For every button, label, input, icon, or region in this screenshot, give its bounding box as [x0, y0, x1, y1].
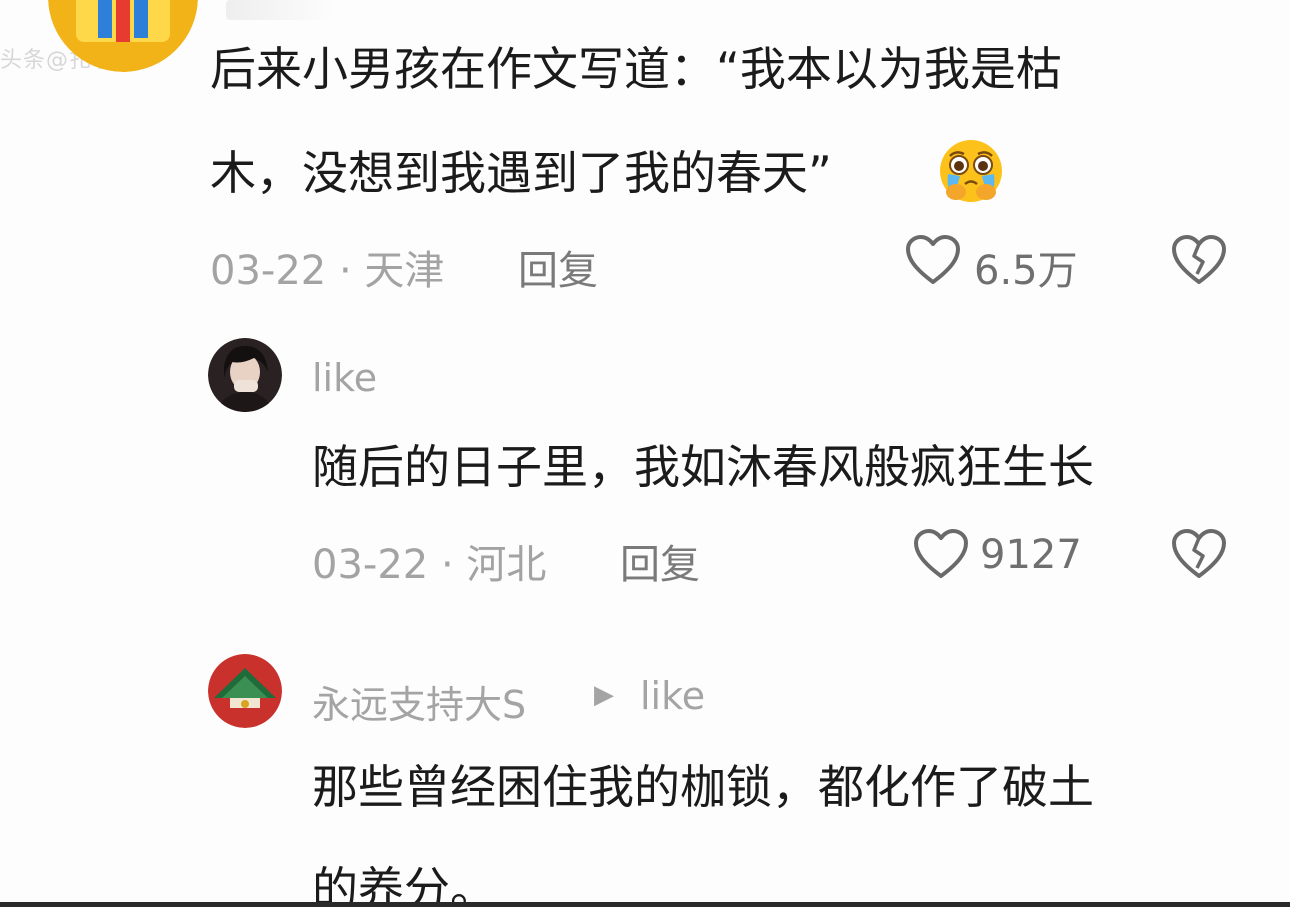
reply-username[interactable]: 永远支持大S — [312, 674, 526, 729]
reply-text-line: 的养分。 — [312, 862, 496, 907]
comment-text-line: 后来小男孩在作文写道：“我本以为我是枯 — [210, 42, 1062, 96]
username-fade — [226, 0, 336, 20]
reply-arrow-icon: ▶ — [594, 680, 614, 710]
like-count: 6.5万 — [974, 248, 1078, 294]
reply-username[interactable]: like — [312, 356, 377, 400]
dislike-broken-heart-icon[interactable] — [1170, 234, 1228, 286]
comment-date-location: 03-22 · 天津 — [210, 248, 445, 294]
comment-thread: 头条@扎小 后来小男孩在作文写道：“我本以为我是枯 木，没想到我遇到了我的春天”… — [0, 0, 1290, 907]
reply-button[interactable]: 回复 — [518, 238, 598, 296]
reply-text-line: 那些曾经困住我的枷锁，都化作了破土 — [312, 760, 1094, 814]
reply-to-username[interactable]: like — [640, 674, 705, 718]
reply-button[interactable]: 回复 — [620, 532, 700, 590]
reply-text: 随后的日子里，我如沐春风般疯狂生长 — [312, 440, 1094, 494]
reply-avatar[interactable] — [208, 338, 282, 412]
crying-face-emoji-icon — [940, 140, 1002, 202]
reply-date-location: 03-22 · 河北 — [312, 542, 547, 588]
comment-text-line: 木，没想到我遇到了我的春天” — [210, 128, 832, 218]
like-heart-icon[interactable] — [912, 528, 970, 580]
bottom-divider — [0, 902, 1290, 907]
reply-avatar[interactable] — [208, 654, 282, 728]
comment-text: 木，没想到我遇到了我的春天” — [210, 146, 832, 200]
like-count: 9127 — [980, 532, 1082, 578]
like-heart-icon[interactable] — [904, 234, 962, 286]
dislike-broken-heart-icon[interactable] — [1170, 528, 1228, 580]
